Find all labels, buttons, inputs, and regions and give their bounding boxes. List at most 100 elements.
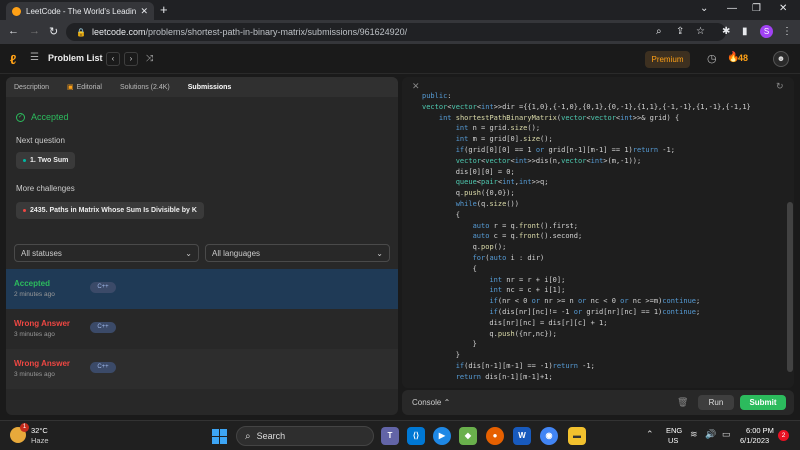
console-bar: Console ⌃ 🗑 Run Submit [402,390,794,415]
next-question-label: Next question [16,136,65,145]
submission-status: Accepted [14,279,51,288]
clock-date[interactable]: 6/1/2023 [740,436,769,445]
extensions-puzzle-icon[interactable]: ✱ [722,26,730,37]
check-circle-icon: ✓ [16,112,25,122]
code-line[interactable]: if(dis[n-1][m-1] == -1)return -1; [422,361,751,372]
code-line[interactable]: dis[nr][nc] = dis[r][c] + 1; [422,318,751,329]
code-line[interactable]: int nc = c + i[1]; [422,285,751,296]
leetcode-logo-icon[interactable]: ℓ [10,52,22,67]
reset-code-icon[interactable]: ↻ [776,81,784,92]
shuffle-icon[interactable]: ⤨ [146,53,153,64]
forward-arrow-icon[interactable]: → [29,25,40,37]
search-icon: ⌕ [245,430,251,442]
side-panel-icon[interactable]: ▮ [742,26,748,37]
code-line[interactable]: int shortestPathBinaryMatrix(vector<vect… [422,113,751,124]
chrome-menu-icon[interactable]: ⋮ [782,26,792,37]
zoom-app-icon[interactable]: ▶ [433,427,451,445]
address-bar[interactable]: 🔒 leetcode.com/problems/shortest-path-in… [66,23,726,41]
code-editor[interactable]: public: vector<vector<int>>dir ={{1,0},{-… [422,91,751,383]
code-line[interactable]: queue<pair<int,int>>q; [422,177,751,188]
maximize-button[interactable]: ❐ [752,3,761,14]
tab-submissions[interactable]: Submissions [188,84,232,91]
tray-overflow-icon[interactable]: ⌃ [646,429,654,440]
premium-button[interactable]: Premium [645,51,690,68]
tab-close-icon[interactable]: ✕ [140,6,148,17]
submission-row[interactable]: Wrong Answer 3 minutes ago C++ [6,309,398,349]
taskbar-search[interactable]: ⌕ Search [236,426,374,446]
code-line[interactable]: int nr = r + i[0]; [422,275,751,286]
reload-icon[interactable]: ↻ [49,25,58,38]
code-line[interactable]: } [422,339,751,350]
trash-icon[interactable]: 🗑 [677,397,688,408]
editor-scrollbar[interactable] [787,202,793,372]
code-line[interactable]: q.pop(); [422,242,751,253]
problem-list-link[interactable]: Problem List [48,53,103,63]
code-line[interactable]: while(q.size()) [422,199,751,210]
code-line[interactable]: return dis[n-1][m-1]+1; [422,372,751,383]
tab-editorial[interactable]: ▣ Editorial [67,83,102,92]
language-filter-select[interactable]: All languages ⌄ [205,244,390,262]
notification-badge[interactable]: 2 [778,430,789,441]
prev-problem-button[interactable]: ‹ [106,52,120,66]
submission-row[interactable]: Wrong Answer 3 minutes ago C++ [6,349,398,389]
code-line[interactable]: vector<vector<int>>dir ={{1,0},{-1,0},{0… [422,102,751,113]
timer-clock-icon[interactable]: ◷ [707,52,717,65]
code-line[interactable]: vector<vector<int>>dis(n,vector<int>(m,-… [422,156,751,167]
volume-icon[interactable]: 🔊 [705,429,716,440]
word-app-icon[interactable]: W [513,427,531,445]
user-avatar[interactable]: ☻ [773,51,789,67]
code-line[interactable]: { [422,210,751,221]
tab-description[interactable]: Description [14,84,49,91]
code-line[interactable]: public: [422,91,751,102]
code-line[interactable]: { [422,264,751,275]
app-icon[interactable]: ◆ [459,427,477,445]
next-problem-button[interactable]: › [124,52,138,66]
code-line[interactable]: if(dis[nr][nc]!= -1 or grid[nr][nc] == 1… [422,307,751,318]
code-line[interactable]: q.push({nr,nc}); [422,329,751,340]
input-language[interactable]: ENG [666,426,682,435]
profile-avatar[interactable]: S [760,25,773,38]
tab-solutions[interactable]: Solutions (2.4K) [120,84,170,91]
leetcode-favicon-icon [12,6,21,16]
new-tab-button[interactable]: + [160,2,168,17]
close-icon[interactable]: ✕ [412,81,420,92]
file-explorer-icon[interactable]: ▬ [568,427,586,445]
code-line[interactable]: auto r = q.front().first; [422,221,751,232]
code-line[interactable]: for(auto i : dir) [422,253,751,264]
back-arrow-icon[interactable]: ← [8,25,19,37]
bookmark-star-icon[interactable]: ☆ [696,26,705,37]
clock-time[interactable]: 6:00 PM [746,426,774,435]
code-line[interactable]: auto c = q.front().second; [422,231,751,242]
next-question-chip[interactable]: 1. Two Sum [16,152,76,169]
submission-row[interactable]: Accepted 2 minutes ago C++ [6,269,398,309]
submit-button[interactable]: Submit [740,395,786,410]
windows-start-icon[interactable] [212,429,227,444]
vscode-app-icon[interactable]: ⟨⟩ [407,427,425,445]
code-line[interactable]: q.push({0,0}); [422,188,751,199]
zoom-search-icon[interactable]: ⌕ [656,26,662,37]
teams-app-icon[interactable]: T [381,427,399,445]
code-line[interactable]: if(grid[0][0] == 1 or grid[n-1][m-1] == … [422,145,751,156]
code-line[interactable]: } [422,350,751,361]
chevron-down-icon[interactable]: ⌄ [700,3,708,14]
code-line[interactable]: int m = grid[0].size(); [422,134,751,145]
code-line[interactable]: if(nr < 0 or nr >= n or nc < 0 or nc >=m… [422,296,751,307]
minimize-button[interactable]: — [727,3,737,14]
more-challenge-chip[interactable]: 2435. Paths in Matrix Whose Sum Is Divis… [16,202,204,219]
hard-dot-icon [23,209,26,212]
weather-badge: 1 [20,423,29,432]
wifi-icon[interactable]: ≋ [690,429,698,440]
battery-icon[interactable]: ▭ [722,429,731,440]
status-filter-select[interactable]: All statuses ⌄ [14,244,199,262]
tab-label: Editorial [76,83,102,91]
window-close-button[interactable]: ✕ [779,3,787,14]
firefox-app-icon[interactable]: ● [486,427,504,445]
code-line[interactable]: dis[0][0] = 0; [422,167,751,178]
share-icon[interactable]: ⇪ [676,26,684,37]
run-button[interactable]: Run [698,395,734,410]
browser-tab[interactable]: LeetCode - The World's Leading ✕ [6,2,154,20]
console-toggle-button[interactable]: Console ⌃ [412,398,450,407]
chrome-app-icon[interactable]: ◉ [540,427,558,445]
submission-time: 3 minutes ago [14,371,55,378]
code-line[interactable]: int n = grid.size(); [422,123,751,134]
